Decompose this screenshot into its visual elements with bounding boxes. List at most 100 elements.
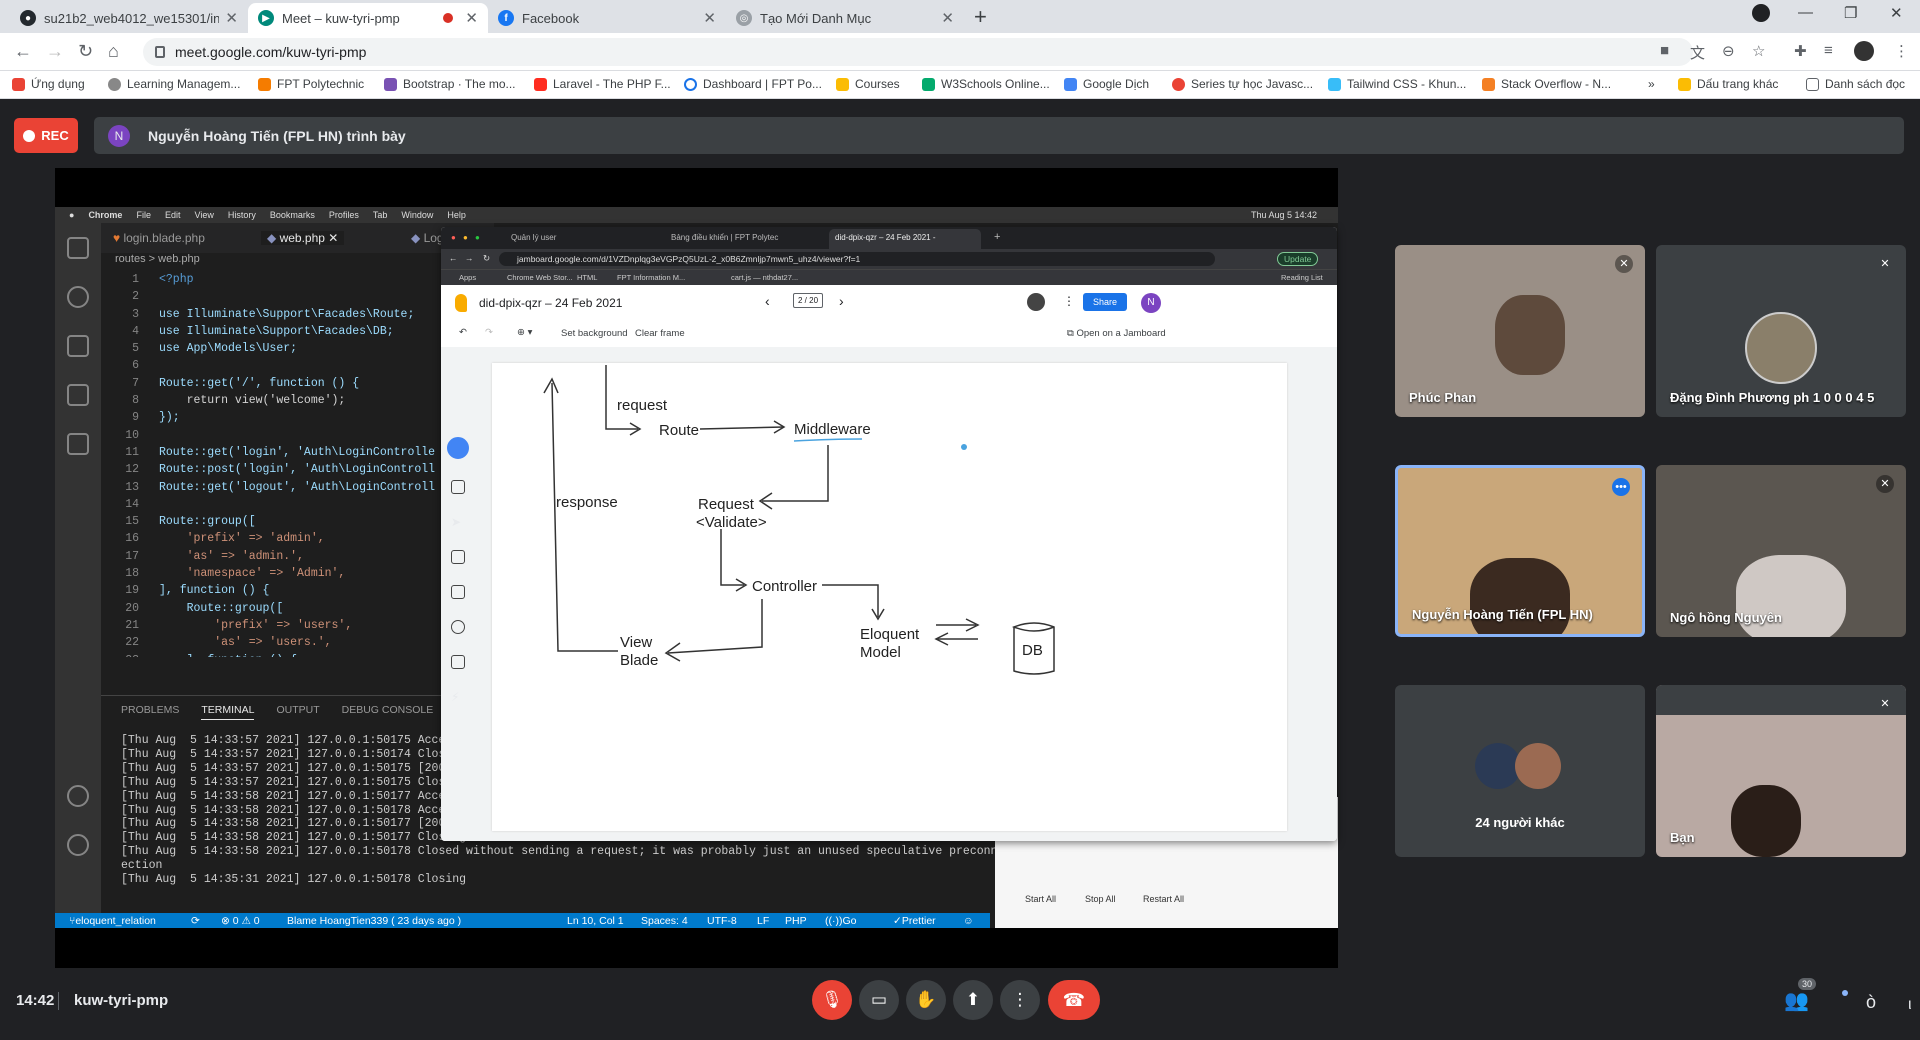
code-line[interactable]: 23 ], function () { bbox=[101, 652, 494, 657]
avatar[interactable] bbox=[1027, 293, 1045, 311]
chat-button[interactable]: ò bbox=[1866, 992, 1876, 1013]
pen-icon[interactable] bbox=[447, 437, 469, 459]
close-icon[interactable]: ✕ bbox=[703, 9, 716, 27]
avatar[interactable]: N bbox=[1141, 293, 1161, 313]
problems-indicator[interactable]: ⊗ 0 ⚠ 0 bbox=[221, 915, 260, 927]
code-line[interactable]: 15 Route::group([ bbox=[101, 513, 494, 530]
participant-tile[interactable]: ✕ Đặng Đình Phương ph 1 0 0 0 4 5 bbox=[1656, 245, 1906, 417]
code-editor[interactable]: 1 <?php 2 3 use Illuminate\Support\Facades\R… bbox=[101, 271, 494, 657]
go-live-button[interactable]: ((·)) Go Live bbox=[825, 915, 862, 929]
bookmark-item[interactable]: Laravel - The PHP F... bbox=[534, 77, 671, 91]
jam-tab-active[interactable]: did-dpix-qzr – 24 Feb 2021 - bbox=[829, 229, 981, 249]
code-line[interactable]: 21 'prefix' => 'users', bbox=[101, 617, 494, 634]
tab-problems[interactable]: PROBLEMS bbox=[121, 704, 179, 720]
window-close-button[interactable]: ✕ bbox=[1890, 4, 1903, 22]
search-icon[interactable] bbox=[67, 286, 89, 308]
tab-facebook[interactable]: f Facebook ✕ bbox=[488, 3, 726, 33]
eraser-icon[interactable] bbox=[451, 480, 465, 494]
indentation[interactable]: Spaces: 4 bbox=[641, 915, 688, 927]
close-icon[interactable]: ✕ bbox=[941, 9, 954, 27]
tab-terminal[interactable]: TERMINAL bbox=[201, 704, 255, 720]
activities-button[interactable]: ι bbox=[1908, 996, 1912, 1014]
code-line[interactable]: 10 bbox=[101, 427, 494, 444]
code-line[interactable]: 11 Route::get('login', 'Auth\LoginControl… bbox=[101, 444, 494, 461]
code-line[interactable]: 16 'prefix' => 'admin', bbox=[101, 530, 494, 547]
more-options-button[interactable]: ⋮ bbox=[1000, 980, 1040, 1020]
jam-title[interactable]: did-dpix-qzr – 24 Feb 2021 bbox=[479, 296, 622, 310]
forward-icon[interactable]: → bbox=[46, 41, 64, 62]
participant-tile[interactable]: ✕ Phúc Phan bbox=[1395, 245, 1645, 417]
source-control-icon[interactable] bbox=[67, 335, 89, 357]
start-all-button[interactable]: Start All bbox=[1025, 894, 1056, 904]
clear-frame-button[interactable]: Clear frame bbox=[635, 328, 685, 339]
profile-menu-icon[interactable] bbox=[1752, 4, 1770, 22]
bookmark-item[interactable]: Courses bbox=[836, 77, 900, 91]
code-line[interactable]: 4 use Illuminate\Support\Facades\DB; bbox=[101, 323, 494, 340]
sync-icon[interactable]: ⟳ bbox=[191, 915, 200, 927]
code-line[interactable]: 2 bbox=[101, 288, 494, 305]
bookmark-star-icon[interactable]: ☆ bbox=[1752, 42, 1765, 60]
gear-icon[interactable] bbox=[67, 834, 89, 856]
jam-tab[interactable]: Quản lý user bbox=[511, 233, 556, 242]
update-button[interactable]: Update bbox=[1277, 252, 1319, 266]
bookmarks-overflow-button[interactable]: » bbox=[1648, 77, 1655, 91]
people-button[interactable]: 👥 30 bbox=[1784, 978, 1817, 1013]
camera-toggle-button[interactable]: ▭ bbox=[859, 980, 899, 1020]
frame-indicator[interactable]: 2 / 20 bbox=[793, 293, 824, 308]
cursor-position[interactable]: Ln 10, Col 1 bbox=[567, 915, 624, 927]
select-icon[interactable]: ➤ bbox=[451, 515, 465, 529]
zoom-icon[interactable]: ⊕ ▾ bbox=[517, 327, 532, 338]
extensions-icon[interactable] bbox=[67, 433, 89, 455]
tab-github[interactable]: ● su21b2_web4012_we15301/inde ✕ bbox=[10, 3, 248, 33]
more-menu-icon[interactable]: ⋮ bbox=[1894, 42, 1909, 60]
camera-icon[interactable]: ■ bbox=[1660, 42, 1669, 59]
restart-all-button[interactable]: Restart All bbox=[1143, 894, 1184, 904]
url-input[interactable]: jamboard.google.com/d/1VZDnplqg3eVGPzQ5U… bbox=[499, 252, 1215, 266]
reload-icon[interactable]: ↻ bbox=[78, 41, 93, 62]
undo-icon[interactable]: ↶ bbox=[459, 327, 467, 338]
bookmark-item[interactable]: Bootstrap · The mo... bbox=[384, 77, 516, 91]
laser-icon[interactable]: ⚡ bbox=[451, 690, 465, 704]
code-line[interactable]: 18 'namespace' => 'Admin', bbox=[101, 565, 494, 582]
code-line[interactable]: 20 Route::group([ bbox=[101, 600, 494, 617]
tab-web-php[interactable]: ◆ web.php ✕ bbox=[261, 231, 345, 245]
mic-toggle-button[interactable]: 🎙 bbox=[812, 980, 852, 1020]
bookmark-item[interactable]: FPT Polytechnic bbox=[258, 77, 364, 91]
jam-tab[interactable]: Bảng điều khiển | FPT Polytec bbox=[671, 233, 778, 242]
reading-list-button[interactable]: Danh sách đọc bbox=[1806, 77, 1905, 91]
bookmark-item[interactable]: Stack Overflow - N... bbox=[1482, 77, 1611, 91]
code-line[interactable]: 22 'as' => 'users.', bbox=[101, 634, 494, 651]
close-icon[interactable]: ✕ bbox=[465, 9, 478, 27]
feedback-icon[interactable]: ☺ bbox=[963, 915, 974, 927]
participant-tile-others[interactable]: 24 người khác bbox=[1395, 685, 1645, 857]
present-button[interactable]: ⬆ bbox=[953, 980, 993, 1020]
extensions-icon[interactable]: ✚ bbox=[1794, 42, 1807, 60]
forward-icon[interactable]: → bbox=[465, 253, 474, 263]
git-blame[interactable]: Blame HoangTien339 ( 23 days ago ) bbox=[287, 915, 461, 927]
stop-all-button[interactable]: Stop All bbox=[1085, 894, 1116, 904]
next-frame-icon[interactable]: › bbox=[839, 293, 844, 309]
text-box-icon[interactable] bbox=[451, 655, 465, 669]
home-icon[interactable]: ⌂ bbox=[108, 41, 119, 62]
code-line[interactable]: 7 Route::get('/', function () { bbox=[101, 375, 494, 392]
sticky-note-icon[interactable] bbox=[451, 550, 465, 564]
participant-tile[interactable]: ✕ Ngô hồng Nguyên bbox=[1656, 465, 1906, 637]
prettier-button[interactable]: ✓ Prettier bbox=[893, 915, 936, 927]
recording-badge[interactable]: REC bbox=[14, 118, 78, 153]
bookmark-item[interactable]: Dashboard | FPT Po... bbox=[684, 77, 822, 91]
prev-frame-icon[interactable]: ‹ bbox=[765, 293, 770, 309]
back-icon[interactable]: ← bbox=[449, 253, 458, 263]
code-line[interactable]: 17 'as' => 'admin.', bbox=[101, 548, 494, 565]
close-dot-icon[interactable]: ● bbox=[451, 233, 456, 242]
close-icon[interactable]: ✕ bbox=[225, 9, 238, 27]
tab-output[interactable]: OUTPUT bbox=[276, 704, 319, 720]
debug-icon[interactable] bbox=[67, 384, 89, 406]
tab-tao-moi[interactable]: ◎ Tạo Mới Danh Mục ✕ bbox=[726, 3, 964, 33]
circle-icon[interactable] bbox=[451, 620, 465, 634]
code-line[interactable]: 1 <?php bbox=[101, 271, 494, 288]
bookmark-folder-other[interactable]: Dấu trang khác bbox=[1678, 77, 1778, 91]
code-line[interactable]: 19], function () { bbox=[101, 582, 494, 599]
reload-icon[interactable]: ↻ bbox=[483, 253, 490, 264]
branch-indicator[interactable]: ⑂ eloquent_relation bbox=[69, 915, 156, 927]
code-line[interactable]: 8 return view('welcome'); bbox=[101, 392, 494, 409]
